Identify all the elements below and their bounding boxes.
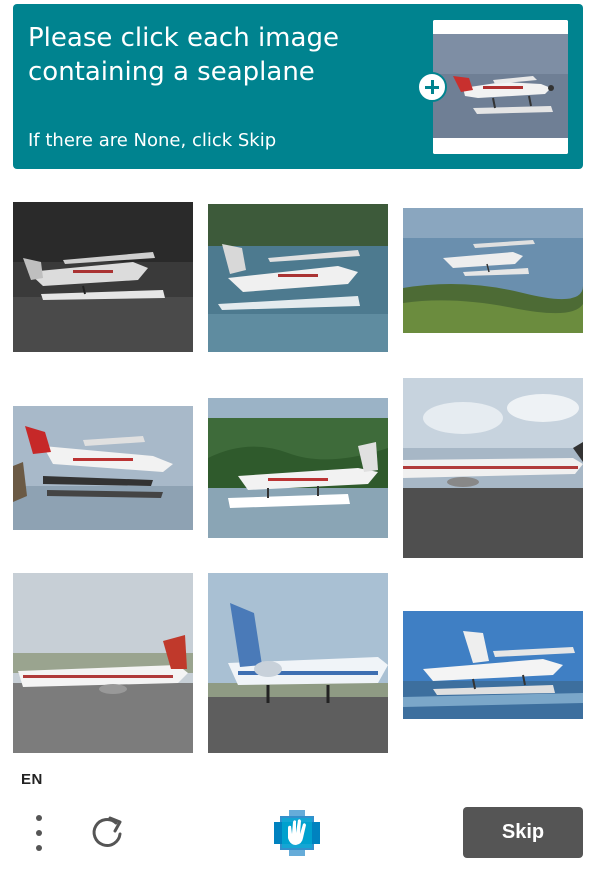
challenge-instruction: If there are None, click Skip [28,130,277,151]
challenge-prompt: Please click each image containing a sea… [28,23,339,87]
skip-button[interactable]: Skip [463,807,583,858]
image-tile-2[interactable] [208,198,388,378]
image-tile-4[interactable] [13,378,193,558]
image-tile-6[interactable] [403,378,583,558]
image-tile-5[interactable] [208,378,388,558]
image-tile-7[interactable] [13,573,193,753]
captcha-challenge: Please click each image containing a sea… [0,0,593,869]
hcaptcha-logo-icon [272,808,322,858]
language-selector[interactable]: EN [21,771,43,788]
image-tile-8[interactable] [208,573,388,753]
example-image [433,20,568,154]
image-tile-9[interactable] [403,573,583,753]
refresh-icon[interactable] [86,812,128,854]
add-icon [417,72,447,102]
more-vertical-icon[interactable] [26,812,52,854]
image-tile-3[interactable] [403,198,583,378]
image-tile-1[interactable] [13,198,193,378]
challenge-header: Please click each image containing a sea… [13,4,583,169]
